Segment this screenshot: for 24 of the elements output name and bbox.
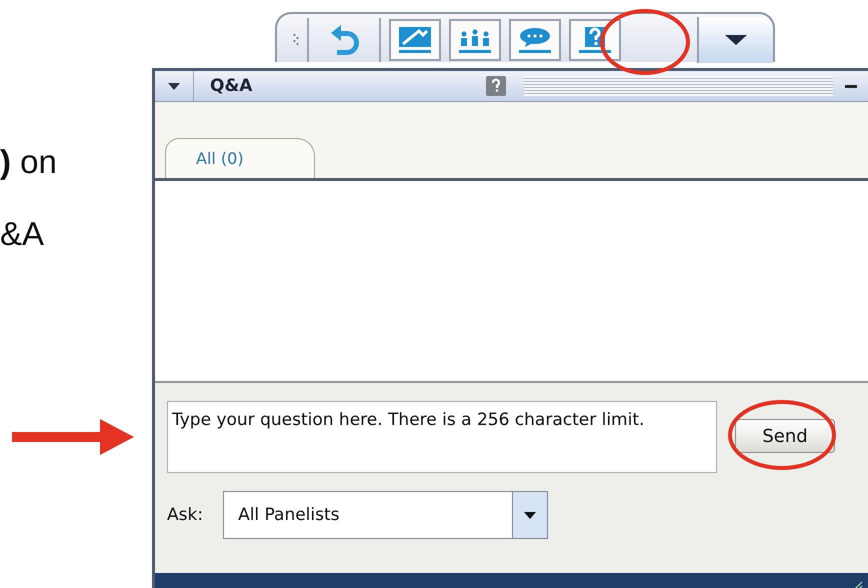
question-field[interactable]: Type your question here. There is a 256 character limit. bbox=[167, 401, 717, 473]
slide-text: &A bbox=[0, 215, 44, 253]
caret-icon bbox=[524, 512, 536, 518]
caret-icon bbox=[725, 35, 747, 45]
qa-button[interactable] bbox=[569, 19, 621, 61]
minimize-button[interactable] bbox=[845, 84, 857, 88]
ask-label: Ask: bbox=[167, 505, 204, 525]
ask-dropdown[interactable]: All Panelists bbox=[223, 491, 548, 539]
participants-button[interactable] bbox=[449, 19, 501, 61]
more-button[interactable] bbox=[697, 17, 773, 63]
help-icon[interactable] bbox=[486, 76, 506, 96]
drag-handle[interactable] bbox=[524, 76, 833, 96]
tab[interactable]: All (0) bbox=[165, 138, 315, 178]
send-button[interactable]: Send bbox=[735, 419, 835, 453]
question-mark-icon bbox=[577, 25, 613, 55]
caret-icon bbox=[168, 82, 180, 90]
chat-bubble-icon bbox=[517, 25, 553, 55]
slide-text: ) on bbox=[0, 143, 57, 181]
share-icon bbox=[397, 25, 433, 55]
minimize-icon bbox=[845, 84, 857, 88]
grip-icon[interactable] bbox=[293, 33, 299, 47]
chat-button[interactable] bbox=[509, 19, 561, 61]
panel-title: Q&A bbox=[210, 76, 254, 96]
share-button[interactable] bbox=[389, 19, 441, 61]
